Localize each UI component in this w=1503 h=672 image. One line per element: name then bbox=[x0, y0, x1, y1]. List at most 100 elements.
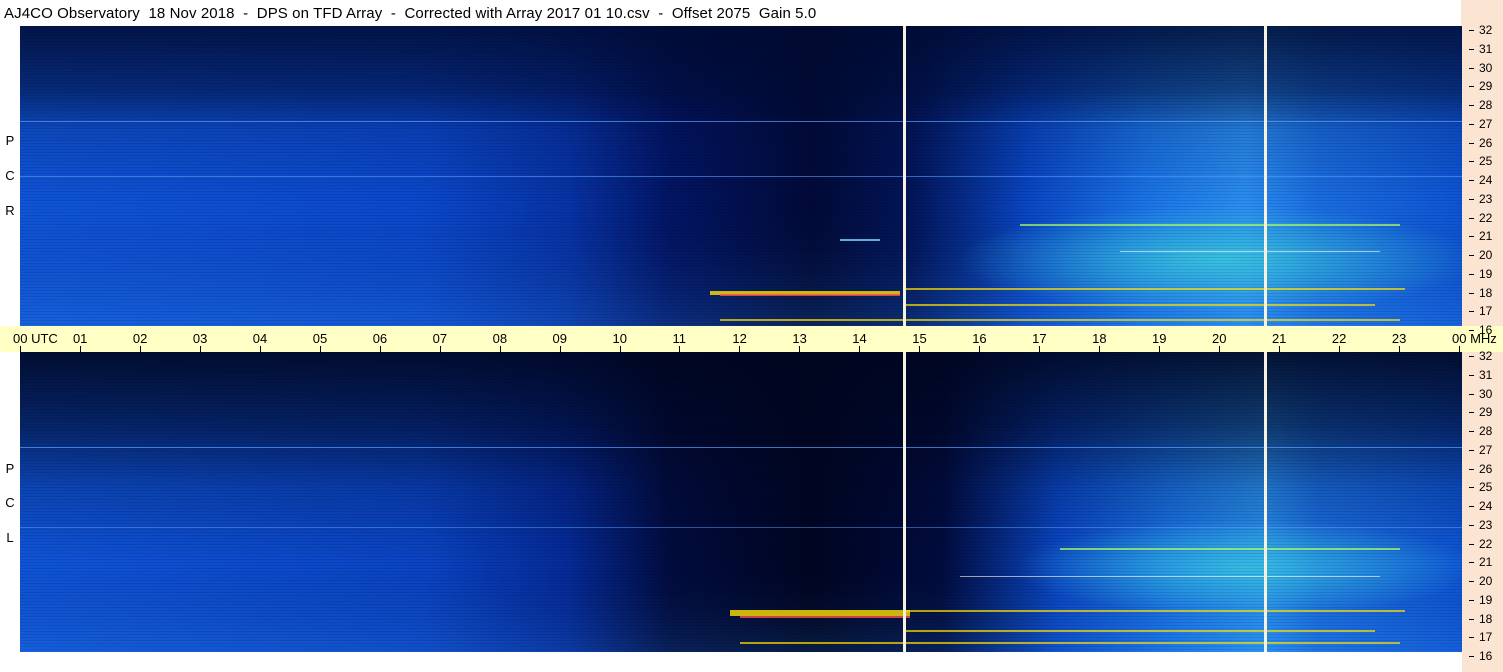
time-tick-mark bbox=[1278, 346, 1280, 352]
time-tick-label: 00 UTC bbox=[13, 331, 58, 346]
time-tick-label: 05 bbox=[312, 331, 328, 346]
time-tick-mark bbox=[199, 346, 201, 352]
frequency-tick-mark bbox=[1469, 198, 1474, 200]
frequency-tick-mark bbox=[1469, 217, 1474, 219]
frequency-tick-mark bbox=[1469, 48, 1474, 50]
frequency-tick-label: 20 bbox=[1479, 248, 1493, 262]
frequency-tick-mark bbox=[1469, 581, 1474, 582]
frequency-tick-mark bbox=[1469, 637, 1474, 639]
frequency-tick-mark bbox=[1469, 30, 1474, 31]
frequency-tick-label: 20 bbox=[1479, 574, 1493, 588]
frequency-tick-mark bbox=[1469, 356, 1474, 357]
frequency-tick-mark bbox=[1469, 412, 1474, 414]
frequency-tick-label: 21 bbox=[1479, 229, 1493, 244]
polarization-label-bottom-3: L bbox=[6, 530, 14, 545]
frequency-tick-label: 30 bbox=[1479, 386, 1493, 401]
time-tick-mark bbox=[20, 346, 21, 352]
time-tick-label: 14 bbox=[852, 331, 867, 346]
frequency-tick-mark bbox=[1469, 142, 1474, 144]
polarization-label-top-3: R bbox=[5, 203, 15, 218]
time-tick-mark bbox=[1039, 346, 1041, 352]
frequency-tick-mark bbox=[1469, 506, 1474, 507]
time-tick-label: 09 bbox=[552, 331, 568, 346]
time-tick-mark bbox=[379, 346, 381, 352]
time-tick-label: 22 bbox=[1331, 331, 1347, 346]
frequency-tick-label: 30 bbox=[1479, 60, 1493, 75]
frequency-tick-mark bbox=[1469, 236, 1474, 238]
frequency-tick-label: 21 bbox=[1479, 555, 1493, 570]
frequency-tick-label: 26 bbox=[1479, 135, 1493, 150]
frequency-tick-label: 25 bbox=[1479, 154, 1493, 169]
frequency-tick-label: 17 bbox=[1479, 304, 1493, 319]
time-tick-label: 10 bbox=[612, 331, 627, 346]
bottom-margin bbox=[20, 652, 1462, 672]
frequency-tick-label: 29 bbox=[1479, 405, 1493, 420]
time-tick-label: 19 bbox=[1152, 331, 1167, 346]
spectrogram-lcp-image bbox=[20, 352, 1462, 652]
frequency-tick-mark bbox=[1469, 487, 1474, 489]
frequency-tick-label: 23 bbox=[1479, 191, 1493, 206]
page-title: AJ4CO Observatory 18 Nov 2018 - DPS on T… bbox=[4, 5, 817, 22]
frequency-tick-label: 31 bbox=[1479, 367, 1493, 382]
frequency-tick-label: 27 bbox=[1479, 442, 1493, 457]
time-tick-mark bbox=[319, 346, 321, 352]
time-tick-label: 06 bbox=[372, 331, 388, 346]
frequency-tick-mark bbox=[1469, 105, 1474, 106]
time-tick-mark bbox=[1099, 346, 1101, 352]
frequency-tick-mark bbox=[1469, 449, 1474, 451]
time-tick-label: 18 bbox=[1092, 331, 1107, 346]
time-tick-label: 13 bbox=[792, 331, 807, 346]
frequency-tick-label: 32 bbox=[1479, 23, 1493, 37]
time-tick-mark bbox=[1398, 346, 1400, 352]
time-tick-mark bbox=[259, 346, 261, 352]
frequency-tick-label: 18 bbox=[1479, 611, 1493, 626]
time-tick-label: 23 bbox=[1391, 331, 1407, 346]
frequency-tick-mark bbox=[1469, 543, 1474, 545]
frequency-tick-mark bbox=[1469, 123, 1474, 125]
time-tick-mark bbox=[79, 346, 81, 352]
frequency-tick-label: 24 bbox=[1479, 173, 1493, 187]
frequency-tick-mark bbox=[1469, 311, 1474, 313]
frequency-tick-mark bbox=[1469, 273, 1474, 275]
spectrogram-rcp bbox=[20, 26, 1462, 326]
frequency-tick-label: 29 bbox=[1479, 79, 1493, 94]
time-tick-mark bbox=[559, 346, 561, 352]
frequency-tick-label: 25 bbox=[1479, 480, 1493, 495]
frequency-tick-mark bbox=[1469, 330, 1474, 331]
frequency-tick-label: 18 bbox=[1479, 285, 1493, 300]
time-tick-label: 20 bbox=[1212, 331, 1227, 346]
frequency-tick-label: 22 bbox=[1479, 536, 1493, 551]
frequency-tick-label: 28 bbox=[1479, 98, 1493, 112]
time-tick-mark bbox=[439, 346, 441, 352]
frequency-tick-mark bbox=[1469, 524, 1474, 526]
frequency-tick-label: 31 bbox=[1479, 41, 1493, 56]
time-tick-mark bbox=[679, 346, 681, 352]
frequency-tick-mark bbox=[1469, 255, 1474, 256]
time-tick-mark bbox=[499, 346, 501, 352]
frequency-tick-mark bbox=[1469, 67, 1474, 69]
time-tick-label: 07 bbox=[432, 331, 448, 346]
polarization-label-top-1: P bbox=[5, 133, 15, 148]
frequency-tick-mark bbox=[1469, 468, 1474, 470]
frequency-tick-label: 26 bbox=[1479, 461, 1493, 476]
time-tick-mark bbox=[859, 346, 861, 352]
time-tick-mark bbox=[799, 346, 801, 352]
frequency-tick-mark bbox=[1469, 180, 1474, 181]
time-tick-mark bbox=[979, 346, 981, 352]
frequency-tick-label: 32 bbox=[1479, 349, 1493, 363]
time-tick-label: 04 bbox=[252, 331, 268, 346]
frequency-tick-label: 16 bbox=[1479, 323, 1493, 337]
frequency-tick-label: 23 bbox=[1479, 517, 1493, 532]
frequency-tick-label: 24 bbox=[1479, 499, 1493, 513]
time-tick-mark bbox=[919, 346, 921, 352]
frequency-tick-mark bbox=[1469, 292, 1474, 294]
frequency-tick-mark bbox=[1469, 86, 1474, 88]
polarization-label-bottom-2: C bbox=[5, 495, 15, 510]
frequency-tick-label: 19 bbox=[1479, 266, 1493, 281]
time-tick-label: 01 bbox=[72, 331, 88, 346]
frequency-tick-mark bbox=[1469, 618, 1474, 620]
frequency-tick-mark bbox=[1469, 161, 1474, 163]
time-tick-mark bbox=[1159, 346, 1161, 352]
frequency-tick-mark bbox=[1469, 599, 1474, 601]
frequency-tick-label: 28 bbox=[1479, 424, 1493, 438]
